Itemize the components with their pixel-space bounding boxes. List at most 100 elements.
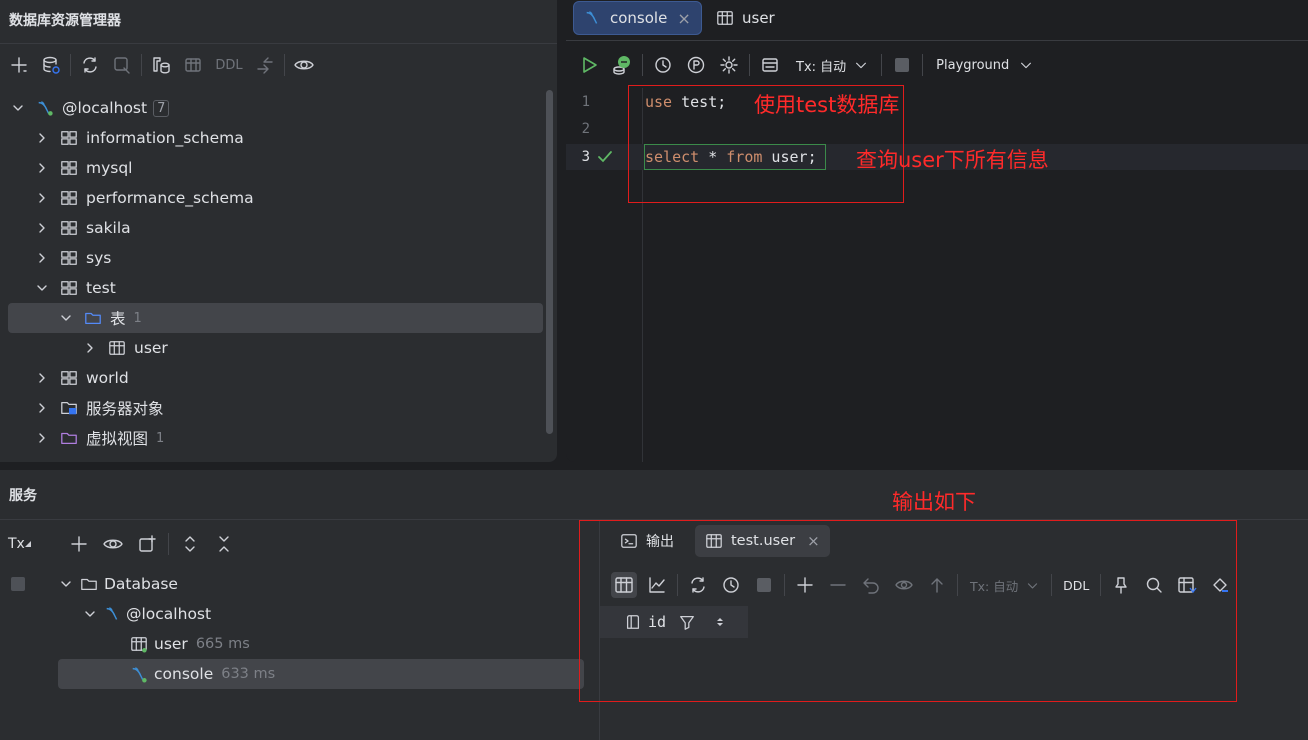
check-icon — [598, 151, 612, 163]
chevron-down-icon[interactable] — [58, 310, 74, 326]
table-icon — [717, 11, 733, 25]
toolbar-divider — [749, 54, 750, 76]
line-number: 2 — [581, 121, 590, 137]
explain-plan-icon[interactable] — [609, 52, 635, 78]
annotation-text: 使用test数据库 — [754, 93, 900, 117]
chevron-right-icon[interactable] — [34, 160, 50, 176]
toolbar-divider — [642, 54, 643, 76]
chevron-right-icon[interactable] — [34, 220, 50, 236]
tables-folder-label: 表 — [110, 310, 126, 328]
tx-mode-dropdown[interactable]: Tx: 自动 — [790, 56, 874, 75]
virtual-views-count: 1 — [156, 430, 165, 446]
chevron-right-icon[interactable] — [34, 250, 50, 266]
tree-item-table-user[interactable]: user — [8, 333, 543, 363]
table-icon — [109, 341, 125, 355]
line-number: 1 — [581, 94, 590, 110]
schema-icon — [61, 371, 77, 385]
session-time: 633 ms — [221, 666, 276, 682]
tab-console[interactable]: console × — [573, 1, 702, 35]
tx-button[interactable]: Tx — [8, 536, 36, 552]
refresh-icon[interactable] — [77, 52, 103, 78]
editor-toolbar: Tx: 自动 Playground — [576, 52, 1039, 78]
layout-icon[interactable] — [757, 52, 783, 78]
chevron-right-icon[interactable] — [34, 400, 50, 416]
tree-item-schema[interactable]: mysql — [8, 153, 543, 183]
jump-to-source-icon[interactable] — [252, 52, 278, 78]
tree-item-session-console[interactable]: console 633 ms — [58, 659, 584, 689]
new-session-icon[interactable] — [134, 531, 160, 557]
chevron-down-icon[interactable] — [10, 100, 26, 116]
session-time: 665 ms — [195, 636, 250, 652]
chevron-right-icon[interactable] — [34, 130, 50, 146]
sync-schema-icon[interactable] — [109, 52, 135, 78]
tree-item-schema[interactable]: information_schema — [8, 123, 543, 153]
tree-item-schema[interactable]: world — [8, 363, 543, 393]
table-icon[interactable] — [180, 52, 206, 78]
chevron-down-icon[interactable] — [58, 576, 74, 592]
host-count: 7 — [153, 99, 170, 117]
line-number: 3 — [581, 149, 590, 165]
ddl-button[interactable]: DDL — [212, 52, 246, 78]
tree-item-tables-folder[interactable]: 表 1 — [8, 303, 543, 333]
services-tree: Database @localhost user 665 ms console … — [58, 569, 584, 689]
console-icon — [132, 667, 147, 683]
mysql-icon — [106, 607, 118, 620]
schema-icon — [61, 191, 77, 205]
chevron-down-icon[interactable] — [34, 280, 50, 296]
close-icon[interactable]: × — [677, 9, 690, 28]
database-label: Database — [104, 575, 178, 593]
tree-item-database[interactable]: Database — [58, 569, 584, 599]
tree-item-schema[interactable]: performance_schema — [8, 183, 543, 213]
tree-item-localhost[interactable]: @localhost — [58, 599, 584, 629]
view-options-icon[interactable] — [291, 52, 317, 78]
annotation-text: 查询user下所有信息 — [856, 148, 1049, 172]
database-tools-icon[interactable] — [148, 52, 174, 78]
tab-user[interactable]: user — [706, 1, 785, 35]
host-label: @localhost — [126, 605, 212, 623]
data-source-properties-icon[interactable] — [38, 52, 64, 78]
collapse-all-icon[interactable] — [211, 531, 237, 557]
schema-icon — [61, 221, 77, 235]
toolbar-divider — [881, 54, 883, 76]
tree-item-server-objects[interactable]: 服务器对象 — [8, 393, 543, 423]
schema-label: sakila — [86, 219, 131, 237]
tree-item-virtual-views[interactable]: 虚拟视图 1 — [8, 423, 543, 453]
chevron-down-icon[interactable] — [82, 606, 98, 622]
toolbar-divider — [284, 54, 285, 76]
view-options-icon[interactable] — [100, 531, 126, 557]
services-toolbar: Tx — [8, 531, 237, 557]
expand-all-icon[interactable] — [177, 531, 203, 557]
playground-dropdown[interactable]: Playground — [930, 58, 1039, 73]
tree-item-localhost[interactable]: @localhost 7 — [8, 93, 543, 123]
toggle-checkbox[interactable] — [11, 577, 25, 591]
folder-icon — [85, 312, 101, 325]
tab-user-label: user — [742, 9, 775, 27]
explorer-tree: @localhost 7 information_schema mysql pe… — [8, 93, 543, 453]
chevron-right-icon[interactable] — [34, 190, 50, 206]
table-icon — [131, 637, 147, 653]
tables-folder-count: 1 — [133, 310, 142, 326]
services-panel: 服务 Tx Database @localhost user 665 ms co… — [0, 470, 1308, 740]
tree-item-schema[interactable]: sys — [8, 243, 543, 273]
add-icon[interactable] — [66, 531, 92, 557]
host-label: @localhost — [62, 99, 148, 117]
explorer-toolbar: DDL — [6, 52, 317, 78]
run-icon[interactable] — [576, 52, 602, 78]
parameters-icon[interactable] — [683, 52, 709, 78]
schema-label: performance_schema — [86, 189, 254, 207]
history-icon[interactable] — [650, 52, 676, 78]
playground-label: Playground — [936, 57, 1010, 73]
tree-item-schema-test[interactable]: test — [8, 273, 543, 303]
toolbar-divider — [168, 533, 169, 555]
schema-label: information_schema — [86, 129, 244, 147]
tab-console-label: console — [610, 9, 668, 27]
tree-item-schema[interactable]: sakila — [8, 213, 543, 243]
chevron-right-icon[interactable] — [34, 430, 50, 446]
add-icon[interactable] — [6, 52, 32, 78]
chevron-right-icon[interactable] — [82, 340, 98, 356]
stop-icon[interactable] — [889, 52, 915, 78]
chevron-right-icon[interactable] — [34, 370, 50, 386]
tree-item-session-user[interactable]: user 665 ms — [58, 629, 584, 659]
gear-icon[interactable] — [716, 52, 742, 78]
explorer-scrollbar[interactable] — [546, 90, 553, 434]
